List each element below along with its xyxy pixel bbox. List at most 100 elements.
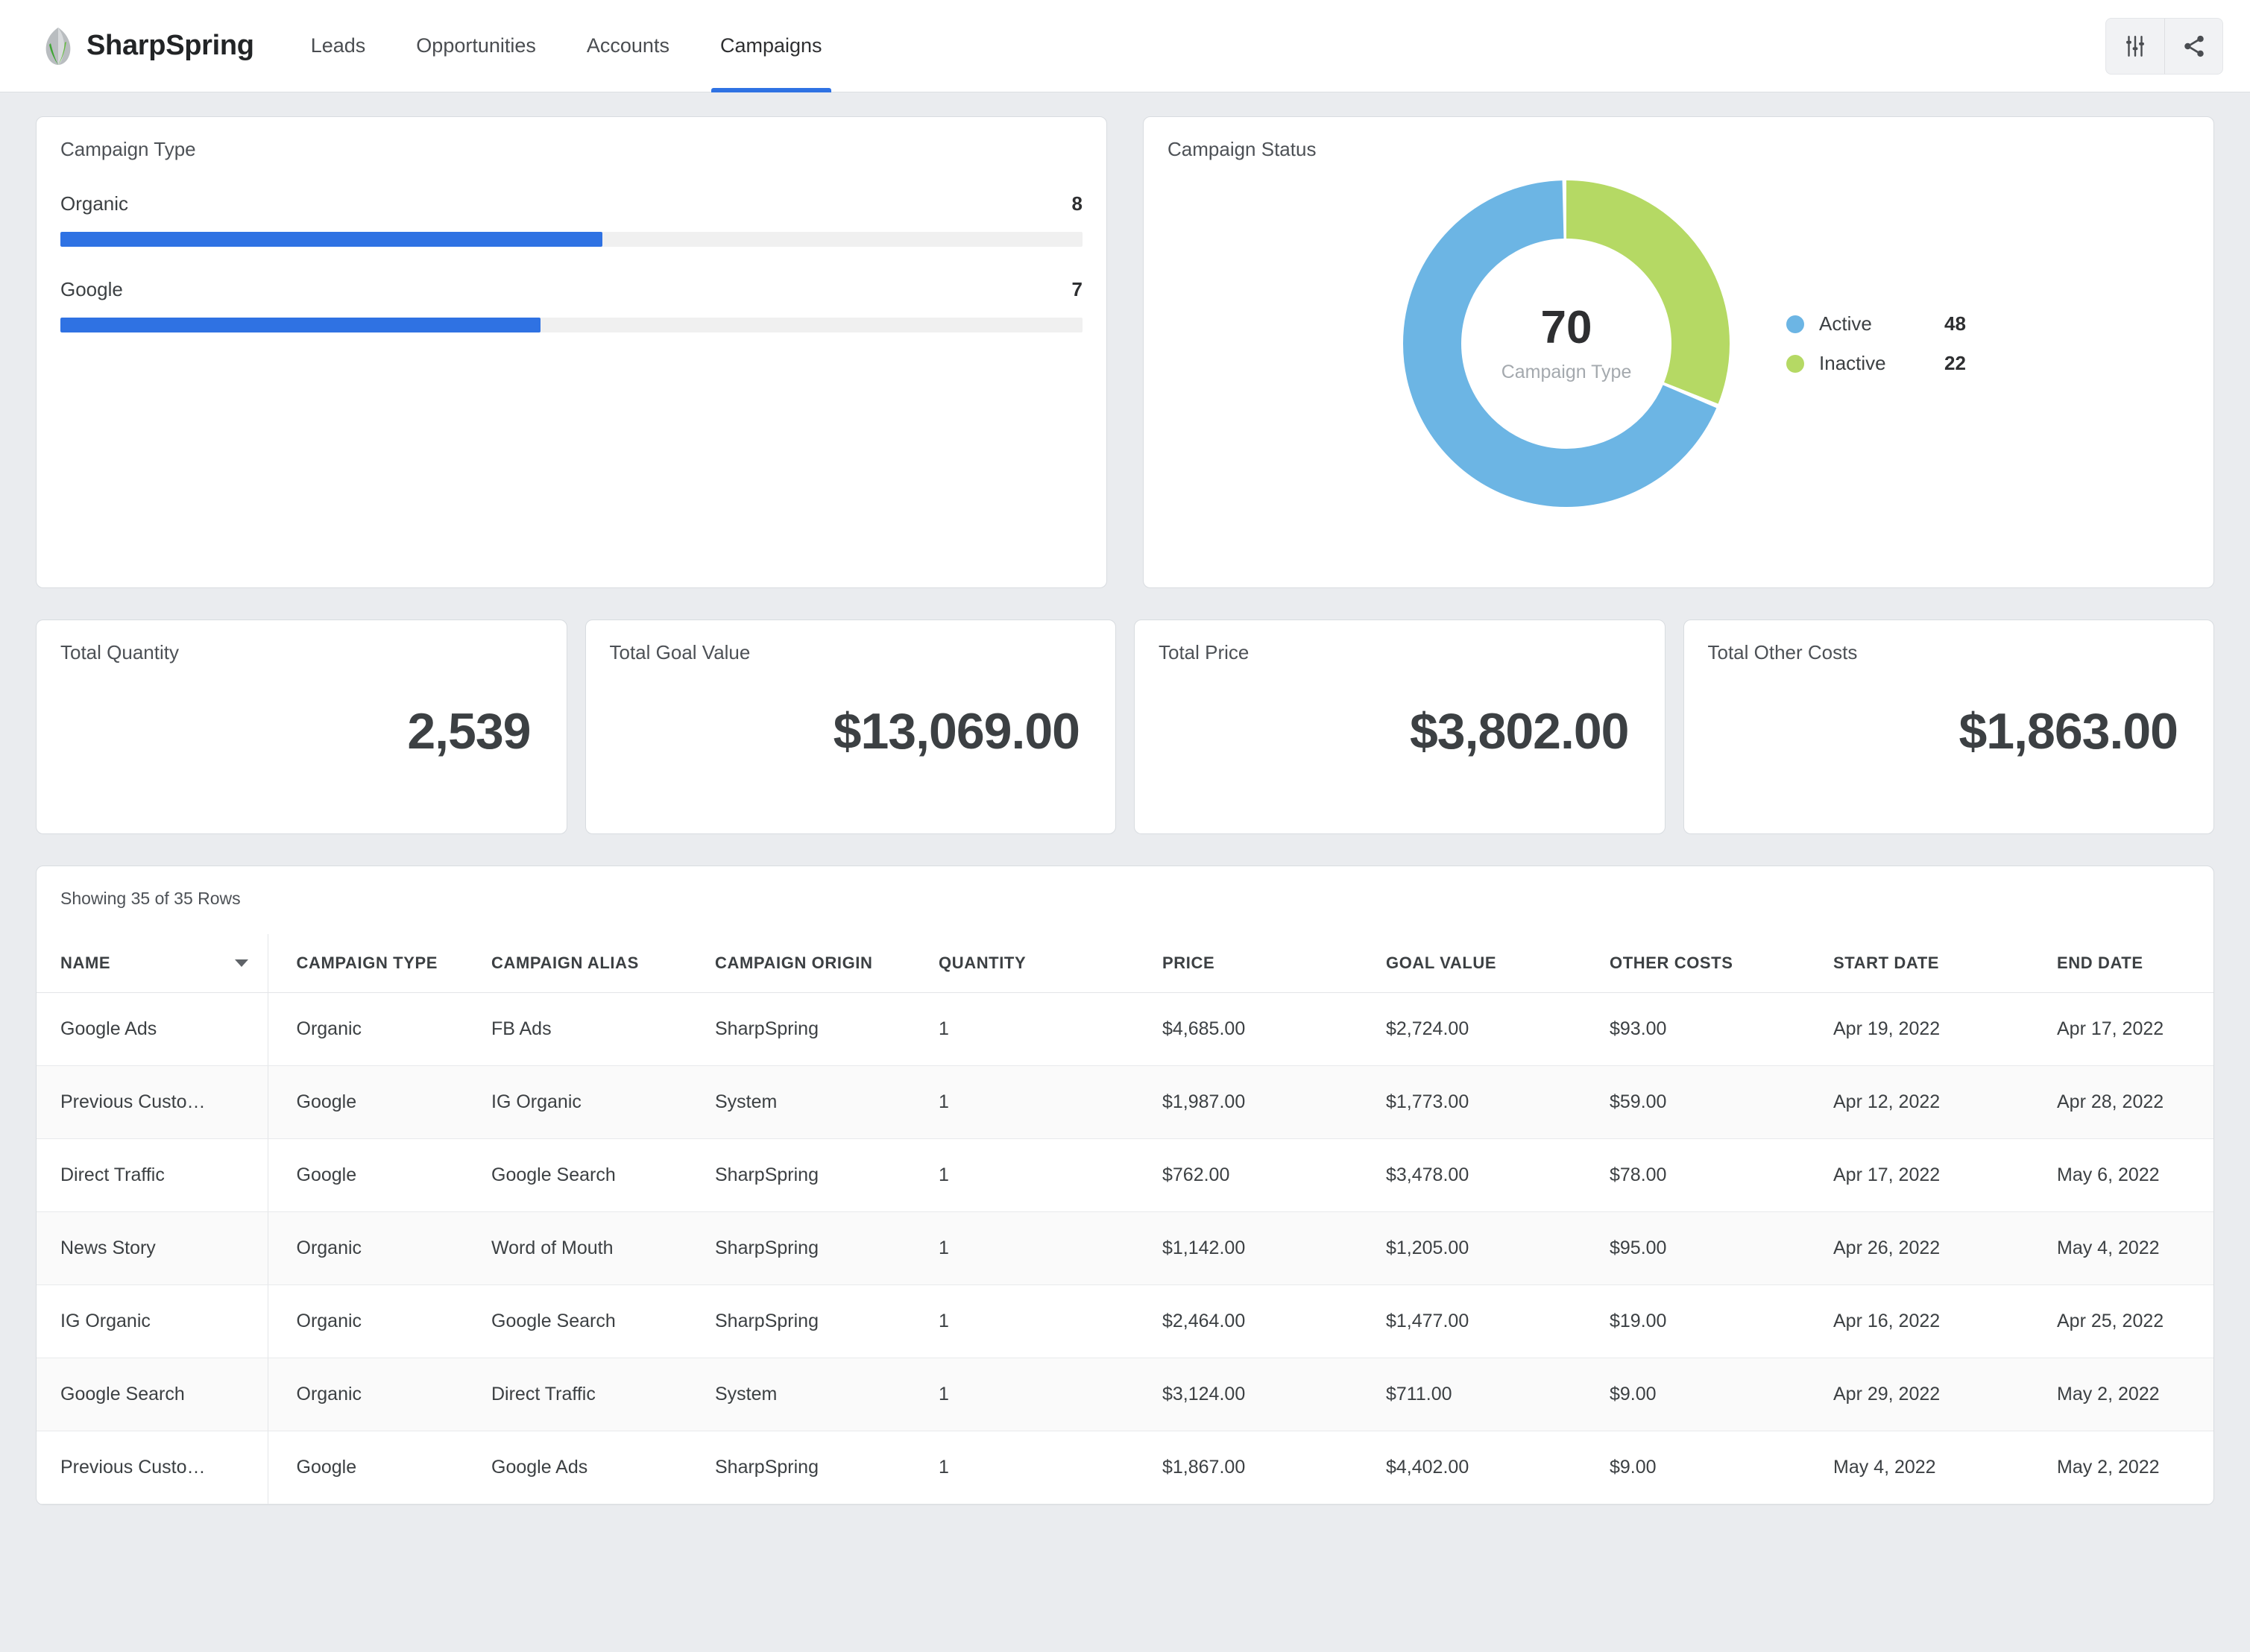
cell-quantity: 1: [939, 1358, 1162, 1431]
kpi-card-total-price: Total Price $3,802.00: [1134, 620, 1666, 834]
column-header-name-label: NAME: [60, 953, 111, 972]
kpi-title-total-quantity: Total Quantity: [60, 641, 179, 663]
filter-settings-button[interactable]: [2106, 19, 2164, 74]
tab-leads[interactable]: Leads: [286, 0, 391, 92]
cell-campaign-alias: Google Ads: [491, 1431, 715, 1504]
sort-descending-caret-icon[interactable]: [234, 959, 248, 967]
cell-end-date: May 4, 2022: [2057, 1211, 2213, 1285]
brand[interactable]: SharpSpring: [42, 27, 254, 66]
bar-value-organic: 8: [1071, 192, 1083, 215]
cell-start-date: Apr 29, 2022: [1833, 1358, 2057, 1431]
cell-other-costs: $93.00: [1610, 992, 1833, 1066]
column-header-campaign-type[interactable]: CAMPAIGN TYPE: [268, 934, 491, 993]
cell-start-date: May 4, 2022: [1833, 1431, 2057, 1504]
table-header-row: NAME CAMPAIGN TYPE CAMPAIGN ALIAS CAMPAI…: [37, 934, 2213, 993]
cell-price: $1,867.00: [1162, 1431, 1386, 1504]
cell-end-date: Apr 28, 2022: [2057, 1065, 2213, 1139]
campaign-status-title: Campaign Status: [1167, 138, 1317, 160]
cell-campaign-origin: System: [715, 1065, 939, 1139]
donut-graphic: 70 Campaign Type: [1391, 168, 1742, 519]
cell-goal-value: $1,477.00: [1386, 1284, 1610, 1358]
cell-start-date: Apr 16, 2022: [1833, 1284, 2057, 1358]
column-header-name[interactable]: NAME: [37, 934, 268, 993]
column-header-end-date[interactable]: END DATE: [2057, 934, 2213, 993]
cell-quantity: 1: [939, 992, 1162, 1066]
cell-name: Previous Custo…: [37, 1065, 268, 1139]
brand-name: SharpSpring: [86, 30, 254, 61]
donut-legend: Active 48 Inactive 22: [1786, 312, 1966, 375]
cell-start-date: Apr 26, 2022: [1833, 1211, 2057, 1285]
cell-campaign-origin: SharpSpring: [715, 1431, 939, 1504]
cell-quantity: 1: [939, 1431, 1162, 1504]
table-row-count: Showing 35 of 35 Rows: [60, 889, 241, 908]
table-row[interactable]: Google Search Organic Direct Traffic System…: [37, 1358, 2213, 1431]
legend-label-active: Active: [1819, 312, 1872, 335]
bar-item-organic: Organic 8: [60, 192, 1083, 247]
cell-name: News Story: [37, 1211, 268, 1285]
campaign-status-card: Campaign Status 70 Campaign Type Active …: [1143, 116, 2214, 588]
column-header-other-costs[interactable]: OTHER COSTS: [1610, 934, 1833, 993]
cell-goal-value: $4,402.00: [1386, 1431, 1610, 1504]
cell-price: $1,142.00: [1162, 1211, 1386, 1285]
table-row[interactable]: Previous Custo… Google Google Ads SharpSpri…: [37, 1431, 2213, 1504]
tab-accounts[interactable]: Accounts: [561, 0, 695, 92]
main-nav-tabs: Leads Opportunities Accounts Campaigns: [286, 0, 848, 92]
table-row[interactable]: IG Organic Organic Google Search SharpSprin…: [37, 1284, 2213, 1358]
cell-end-date: May 2, 2022: [2057, 1358, 2213, 1431]
legend-value-active: 48: [1944, 312, 1966, 335]
kpi-title-total-price: Total Price: [1159, 641, 1250, 663]
cell-quantity: 1: [939, 1211, 1162, 1285]
sliders-filter-icon: [2126, 35, 2144, 57]
cell-end-date: Apr 17, 2022: [2057, 992, 2213, 1066]
cell-other-costs: $95.00: [1610, 1211, 1833, 1285]
cell-start-date: Apr 17, 2022: [1833, 1138, 2057, 1212]
kpi-card-total-other-costs: Total Other Costs $1,863.00: [1683, 620, 2214, 834]
cell-campaign-type: Organic: [268, 1358, 491, 1431]
table-row[interactable]: News Story Organic Word of Mouth SharpSprin…: [37, 1211, 2213, 1285]
share-icon: [2184, 35, 2204, 57]
cell-goal-value: $3,478.00: [1386, 1138, 1610, 1212]
column-header-campaign-alias[interactable]: CAMPAIGN ALIAS: [491, 934, 715, 993]
cell-start-date: Apr 12, 2022: [1833, 1065, 2057, 1139]
campaign-type-card: Campaign Type Organic 8 Google 7: [36, 116, 1107, 588]
cell-other-costs: $59.00: [1610, 1065, 1833, 1139]
column-header-quantity[interactable]: QUANTITY: [939, 934, 1162, 993]
table-row[interactable]: Google Ads Organic FB Ads SharpSpring 1 $4,68…: [37, 992, 2213, 1066]
campaigns-table-card: Showing 35 of 35 Rows NAME CAMPAIGN TYPE…: [36, 866, 2214, 1505]
cell-campaign-origin: SharpSpring: [715, 1138, 939, 1212]
legend-item-active[interactable]: Active 48: [1786, 312, 1966, 335]
column-header-price[interactable]: PRICE: [1162, 934, 1386, 993]
table-body: Google Ads Organic FB Ads SharpSpring 1 $4,68…: [37, 992, 2213, 1504]
kpi-row: Total Quantity 2,539 Total Goal Value $1…: [36, 620, 2214, 834]
column-header-campaign-origin[interactable]: CAMPAIGN ORIGIN: [715, 934, 939, 993]
bar-track-google: [60, 318, 1083, 332]
cell-campaign-alias: Word of Mouth: [491, 1211, 715, 1285]
cell-goal-value: $711.00: [1386, 1358, 1610, 1431]
top-navigation-bar: SharpSpring Leads Opportunities Accounts…: [0, 0, 2250, 92]
column-header-goal-value[interactable]: GOAL VALUE: [1386, 934, 1610, 993]
sharpspring-leaf-logo-icon: [45, 27, 71, 65]
cell-campaign-type: Google: [268, 1065, 491, 1139]
cell-campaign-type: Organic: [268, 992, 491, 1066]
share-button[interactable]: [2164, 18, 2222, 74]
cell-other-costs: $9.00: [1610, 1431, 1833, 1504]
legend-item-inactive[interactable]: Inactive 22: [1786, 352, 1966, 375]
legend-dot-active: [1786, 315, 1805, 333]
cell-campaign-type: Organic: [268, 1211, 491, 1285]
bar-label-google: Google: [60, 278, 123, 300]
table-row[interactable]: Previous Custo… Google IG Organic System 1 $1…: [37, 1065, 2213, 1139]
tab-campaigns[interactable]: Campaigns: [695, 0, 848, 92]
table-row[interactable]: Direct Traffic Google Google Search SharpSp…: [37, 1138, 2213, 1212]
cell-end-date: Apr 25, 2022: [2057, 1284, 2213, 1358]
cell-name: Direct Traffic: [37, 1138, 268, 1212]
bar-fill-organic: [60, 232, 602, 247]
cell-campaign-type: Google: [268, 1431, 491, 1504]
legend-dot-inactive: [1786, 354, 1805, 373]
cell-quantity: 1: [939, 1138, 1162, 1212]
cell-price: $1,987.00: [1162, 1065, 1386, 1139]
nav-action-group: [2105, 17, 2223, 75]
cell-campaign-origin: SharpSpring: [715, 1211, 939, 1285]
column-header-start-date[interactable]: START DATE: [1833, 934, 2057, 993]
cell-campaign-origin: System: [715, 1358, 939, 1431]
tab-opportunities[interactable]: Opportunities: [391, 0, 561, 92]
